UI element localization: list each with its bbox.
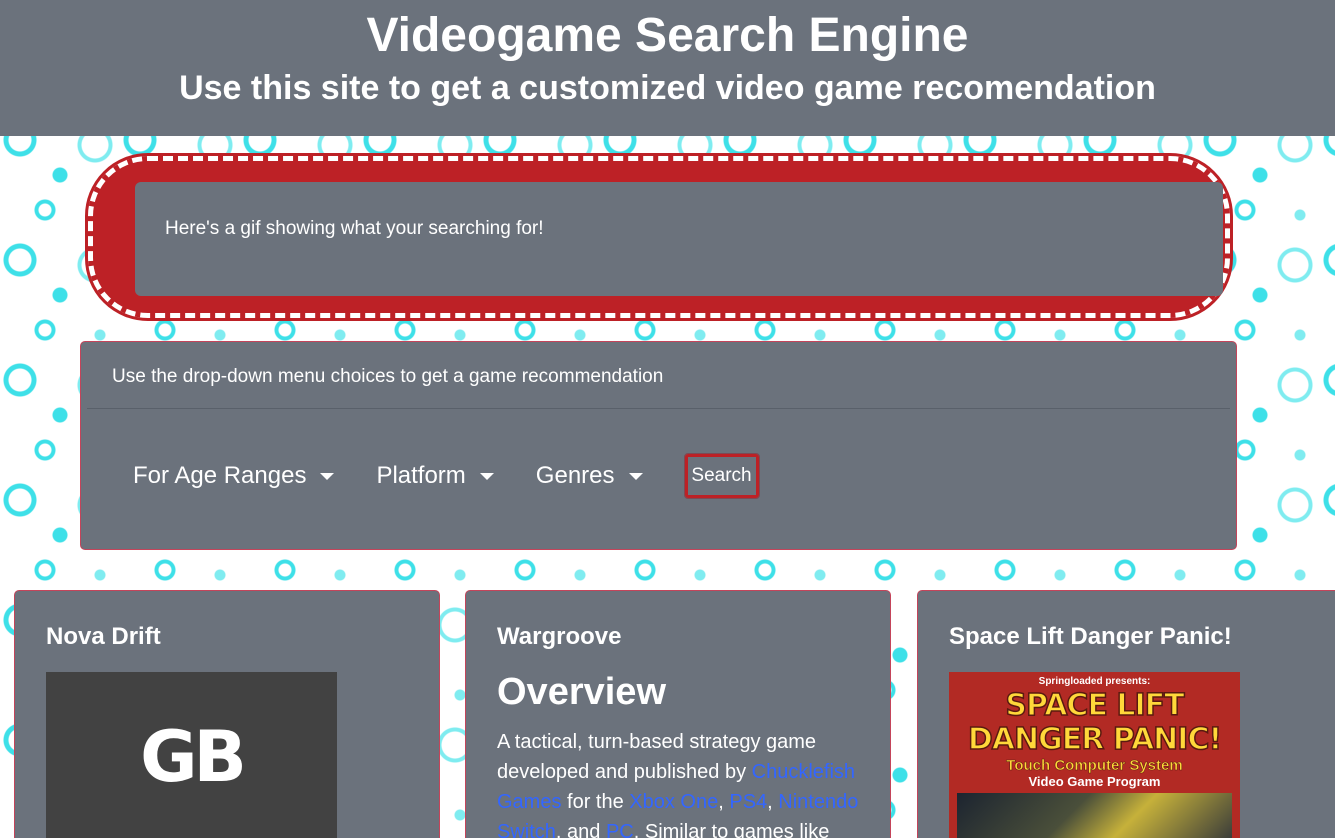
search-card: Use the drop-down menu choices to get a …: [80, 341, 1237, 550]
dropdown-label: For Age Ranges: [133, 462, 307, 489]
box-art-program: Video Game Program: [1028, 774, 1161, 789]
desc-text: . Similar to games like: [633, 821, 830, 838]
result-card-space-lift[interactable]: Space Lift Danger Panic! Springloaded pr…: [917, 590, 1335, 838]
box-art-logo-line2: DANGER PANIC!: [967, 722, 1223, 757]
dropdown-label: Platform: [376, 462, 466, 489]
caret-down-icon: [628, 472, 643, 480]
caret-down-icon: [320, 472, 335, 480]
dropdown-genres[interactable]: Genres: [536, 462, 643, 490]
desc-link[interactable]: PC: [606, 821, 634, 838]
box-art-touch: Touch Computer System: [1006, 757, 1183, 775]
desc-text: , and: [555, 821, 606, 838]
desc-link[interactable]: Xbox One: [629, 791, 718, 813]
game-thumbnail: GB: [46, 672, 337, 838]
result-title[interactable]: Wargroove: [497, 623, 621, 651]
box-art-screenshot: [957, 793, 1232, 838]
box-art-logo-line1: SPACE LIFT: [1005, 688, 1186, 723]
dropdown-platform[interactable]: Platform: [376, 462, 494, 490]
result-card-wargroove[interactable]: Wargroove Overview A tactical, turn-base…: [465, 590, 891, 838]
desc-text: ,: [718, 791, 730, 813]
game-box-art: Springloaded presents: SPACE LIFT DANGER…: [949, 672, 1240, 838]
search-button[interactable]: Search: [683, 453, 760, 499]
search-card-heading: Use the drop-down menu choices to get a …: [87, 342, 1230, 409]
page-title: Videogame Search Engine: [366, 9, 969, 62]
dropdown-row: For Age Ranges Platform Genres Search: [133, 453, 760, 499]
site-header: Videogame Search Engine Use this site to…: [0, 0, 1335, 136]
gif-panel: Here's a gif showing what your searching…: [135, 182, 1223, 296]
desc-text: ,: [767, 791, 779, 813]
gif-panel-text: Here's a gif showing what your searching…: [165, 218, 544, 239]
dropdown-age-ranges[interactable]: For Age Ranges: [133, 462, 335, 490]
overview-heading: Overview: [497, 671, 666, 713]
result-title[interactable]: Nova Drift: [46, 623, 161, 651]
desc-link[interactable]: PS4: [729, 791, 767, 813]
result-title[interactable]: Space Lift Danger Panic!: [949, 623, 1232, 651]
game-description: A tactical, turn-based strategy game dev…: [497, 727, 867, 838]
result-card-nova-drift[interactable]: Nova Drift GB: [14, 590, 440, 838]
desc-text: for the: [561, 791, 630, 813]
dropdown-label: Genres: [535, 462, 615, 489]
caret-down-icon: [479, 472, 494, 480]
box-art-presents: Springloaded presents:: [1038, 676, 1151, 687]
page-subtitle: Use this site to get a customized video …: [179, 69, 1156, 107]
gb-logo-text: GB: [140, 716, 247, 798]
